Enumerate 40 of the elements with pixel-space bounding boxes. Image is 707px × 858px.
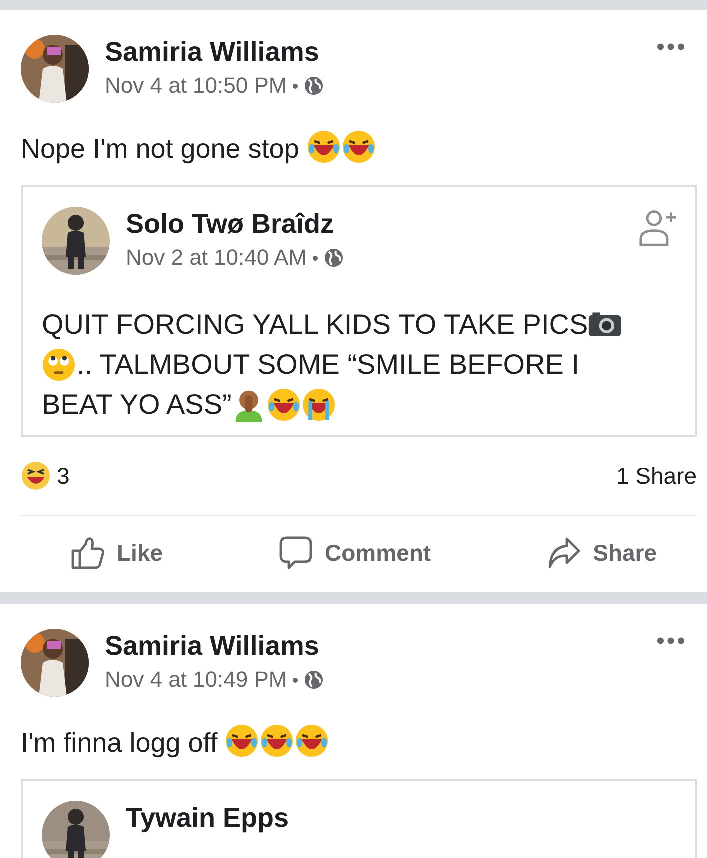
shared-post-card[interactable]: Tywain Epps	[21, 779, 697, 858]
speech-bubble-icon	[279, 536, 314, 570]
laughing-reaction-icon[interactable]	[21, 461, 51, 491]
globe-icon	[304, 670, 324, 690]
shared-post-card[interactable]: Solo Twø Braîdz Nov 2 at 10:40 AM QUIT FORCING YALL KIDS TO TAKE PICS .. TALMBOUT SOME “SMILE BEFORE I BEAT YO ASS”	[21, 185, 697, 437]
post-text: Nope I'm not gone stop	[21, 134, 300, 164]
comment-button[interactable]: Comment	[279, 536, 432, 570]
rolling-laughing-emoji-icon	[260, 724, 294, 758]
add-person-icon[interactable]	[639, 209, 677, 247]
post-time[interactable]: Nov 2 at 10:40 AM	[126, 245, 307, 271]
post-text: I'm finna logg off	[21, 728, 219, 758]
rolling-laughing-emoji-icon	[266, 388, 301, 422]
eye-roll-emoji-icon	[42, 348, 76, 382]
author-name[interactable]: Samiria Williams	[105, 629, 657, 663]
globe-icon	[324, 248, 344, 268]
author-name[interactable]: Samiria Williams	[105, 35, 657, 69]
author-name[interactable]: Solo Twø Braîdz	[126, 207, 639, 241]
post-time[interactable]: Nov 4 at 10:50 PM	[105, 73, 288, 99]
post-time[interactable]: Nov 4 at 10:49 PM	[105, 667, 288, 693]
more-options-icon[interactable]	[657, 637, 685, 645]
crying-emoji-icon	[302, 388, 336, 422]
like-button[interactable]: Like	[71, 536, 164, 570]
separator-dot	[293, 84, 298, 88]
rolling-laughing-emoji-icon	[295, 724, 330, 758]
author-name[interactable]: Tywain Epps	[126, 801, 677, 835]
globe-icon	[304, 76, 324, 96]
rolling-laughing-emoji-icon	[225, 724, 260, 758]
laughing-tears-emoji-icon	[306, 130, 341, 164]
share-count[interactable]: 1 Share	[616, 462, 697, 490]
share-arrow-icon	[547, 536, 582, 570]
post-text: QUIT FORCING YALL KIDS TO TAKE PICS	[42, 308, 588, 342]
separator-dot	[293, 678, 298, 682]
thumbs-up-icon	[71, 536, 105, 570]
more-options-icon[interactable]	[657, 43, 685, 51]
post-text: .. TALMBOUT SOME “SMILE BEFORE I	[77, 348, 580, 382]
separator-dot	[313, 256, 318, 260]
share-button[interactable]: Share	[547, 536, 657, 570]
laughing-tears-emoji-icon	[342, 130, 376, 164]
reaction-count[interactable]: 3	[57, 462, 70, 490]
post-text: BEAT YO ASS”	[42, 388, 232, 422]
